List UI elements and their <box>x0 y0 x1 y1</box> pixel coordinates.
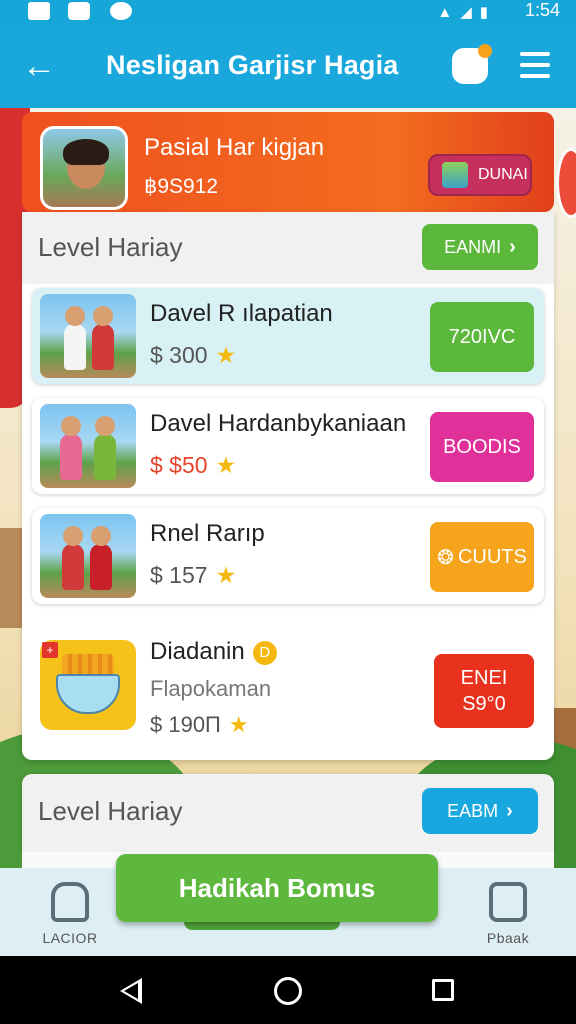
profile-icon <box>51 882 89 922</box>
item-title: Diadanin D <box>150 638 277 666</box>
item-thumbnail: + <box>40 640 136 730</box>
coin-icon: D <box>252 640 277 665</box>
chevron-right-icon: › <box>506 799 513 822</box>
plus-icon: + <box>42 642 58 658</box>
item-thumbnail <box>40 514 136 598</box>
nav-right-label: Pbaak <box>486 930 530 946</box>
nav-item-right[interactable]: Pbaak <box>468 882 548 946</box>
sync-icon <box>110 2 132 20</box>
edit-icon <box>489 882 527 922</box>
section-earn-button[interactable]: EANMI › <box>422 224 538 270</box>
item-title: Davel Hardanbykaniaan <box>150 410 407 437</box>
list-item[interactable]: Davel R ılapatian $ 300 ★ 720IVC <box>32 288 544 384</box>
star-icon: ★ <box>215 452 237 478</box>
list-item[interactable]: Rnel Rarıp $ 157 ★ ❂ CUUTS <box>32 508 544 604</box>
item-action-button[interactable]: ENEI S9°0 <box>434 654 534 728</box>
scenery-balloon <box>556 148 576 218</box>
nav-left-label: LACIOR <box>42 930 98 946</box>
gift-badge-icon[interactable] <box>452 44 492 84</box>
item-title: Rnel Rarıp <box>150 520 265 547</box>
avatar <box>40 126 128 210</box>
profile-gift-button[interactable]: DUNAI <box>428 154 532 196</box>
item-subtitle: Flapokaman <box>150 676 272 701</box>
system-home-icon[interactable] <box>274 977 302 1005</box>
list-item[interactable]: Davel Hardanbykaniaan $ $50 ★ BOODIS <box>32 398 544 494</box>
nav-item-left[interactable]: LACIOR <box>30 882 110 946</box>
chevron-right-icon: › <box>509 235 516 258</box>
item-title: Davel R ılapatian <box>150 300 333 327</box>
notification-icon <box>28 2 50 20</box>
item-action-button[interactable]: BOODIS <box>430 412 534 482</box>
status-bar: ▲◢▮ 1:54 <box>0 0 576 28</box>
item-action-button[interactable]: 720IVC <box>430 302 534 372</box>
list-item[interactable]: + Diadanin D Flapokaman $ 190П ★ ENEI S9°0 <box>32 622 544 754</box>
gift-icon <box>442 162 468 188</box>
section-header: Level Hariay EANMI › <box>22 212 554 284</box>
section-header: Level Hariay EABM › <box>22 774 554 852</box>
system-recents-icon[interactable] <box>432 979 454 1001</box>
item-price: $ 190П ★ <box>150 712 249 737</box>
star-icon: ★ <box>228 712 249 737</box>
system-nav-bar <box>0 956 576 1024</box>
status-time: 1:54 <box>524 0 560 20</box>
system-back-icon[interactable] <box>120 978 142 1004</box>
item-price: $ 300 ★ <box>150 342 237 368</box>
coins-icon: ❂ <box>437 546 454 569</box>
level-card: Level Hariay EANMI › Davel R ılapatian $… <box>22 212 554 760</box>
section-earn-button[interactable]: EABM › <box>422 788 538 834</box>
star-icon: ★ <box>215 562 237 588</box>
app-bar: ← Nesligan Garjisr Hagia <box>0 28 576 108</box>
arrow-left-icon[interactable]: ← <box>22 46 56 86</box>
item-thumbnail <box>40 404 136 488</box>
item-thumbnail <box>40 294 136 378</box>
signal-wifi-battery-icons: ▲◢▮ <box>437 4 496 21</box>
profile-name: Pasial Har kigjan <box>144 134 325 161</box>
item-price: $ $50 ★ <box>150 452 237 478</box>
item-action-button[interactable]: ❂ CUUTS <box>430 522 534 592</box>
profile-code: ฿9S912 <box>144 175 219 198</box>
app-notification-icon <box>68 2 90 20</box>
item-price: $ 157 ★ <box>150 562 237 588</box>
bonus-button[interactable]: Hadikah Bomus <box>116 854 438 922</box>
section-title: Level Hariay <box>38 232 183 262</box>
section-earn-label: EABM <box>447 800 499 821</box>
profile-header: Pasial Har kigjan ฿9S912 DUNAI <box>22 112 554 212</box>
hamburger-menu-icon[interactable] <box>520 52 550 80</box>
section-earn-label: EANMI <box>444 236 502 257</box>
star-icon: ★ <box>215 342 237 368</box>
section-title: Level Hariay <box>38 796 183 826</box>
app-title: Nesligan Garjisr Hagia <box>106 50 399 80</box>
profile-gift-label: DUNAI <box>478 166 528 183</box>
